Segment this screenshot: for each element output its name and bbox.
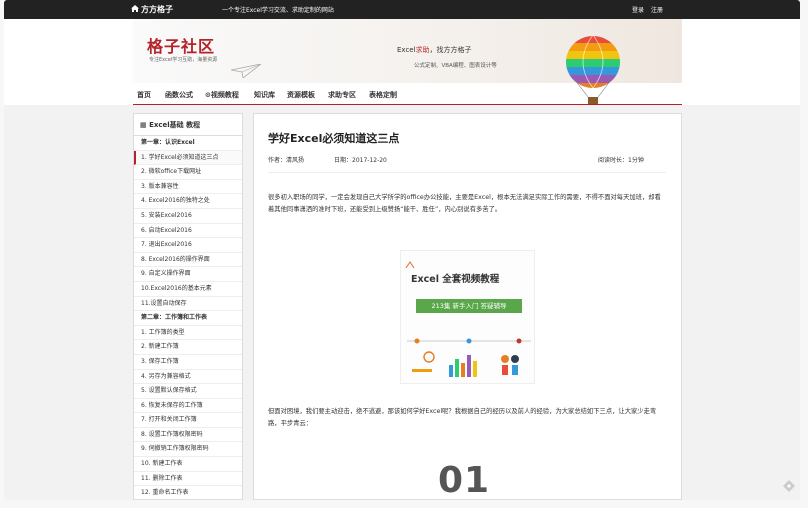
video-course-cover[interactable]: Excel 全套视频教程 213集 新手入门 答疑辅导 bbox=[400, 250, 535, 384]
infographic-illustration bbox=[407, 331, 531, 385]
nav-item-custom[interactable]: 表格定制 bbox=[369, 90, 397, 100]
sidebar-item[interactable]: 7. 退出Excel2016 bbox=[134, 238, 242, 253]
site-tagline: 一个专注Excel学习交流、求助定制的网站 bbox=[222, 7, 334, 14]
sidebar-item[interactable]: 11.设置自动保存 bbox=[134, 297, 242, 312]
sidebar-item[interactable]: 6. 恢复未保存的工作簿 bbox=[134, 399, 242, 414]
slogan-suffix: ，找方方格子 bbox=[429, 46, 472, 54]
sidebar-item[interactable]: 5. 设置默认保存格式 bbox=[134, 384, 242, 399]
login-link[interactable]: 登录 bbox=[632, 5, 644, 14]
sidebar-item[interactable]: 1. 工作簿的类型 bbox=[134, 326, 242, 341]
sidebar-item[interactable]: 8. Excel2016的操作界面 bbox=[134, 253, 242, 268]
main-nav: 首页 函数公式 ⊙视频教程 知识库 资源模板 求助专区 表格定制 bbox=[133, 83, 682, 105]
meta-divider bbox=[268, 172, 666, 173]
sidebar-chapter: 第一章：认识Excel bbox=[134, 136, 242, 151]
sidebar-item[interactable]: 10. 新建工作表 bbox=[134, 457, 242, 472]
sidebar-item[interactable]: 7. 打开和关闭工作簿 bbox=[134, 413, 242, 428]
article-read-time: 阅读时长：1分钟 bbox=[598, 157, 644, 164]
tutorial-sidebar: ▦ Excel基础 教程 第一章：认识Excel 1. 学好Excel必须知道这… bbox=[133, 113, 243, 500]
sidebar-item[interactable]: 3. 保存工作簿 bbox=[134, 355, 242, 370]
nav-item-home[interactable]: 首页 bbox=[137, 90, 151, 100]
nav-item-formulas[interactable]: 函数公式 bbox=[165, 90, 193, 100]
sidebar-item[interactable]: 4. 另存为兼容格式 bbox=[134, 370, 242, 385]
article-panel: 学好Excel必须知道这三点 作者：清风扬 日期：2017-12-20 阅读时长… bbox=[253, 113, 682, 500]
sidebar-chapter: 第二章：工作簿和工作表 bbox=[134, 311, 242, 326]
sidebar-title-text: Excel基础 教程 bbox=[149, 121, 201, 129]
top-bar: 方方格子 一个专注Excel学习交流、求助定制的网站 登录 注册 bbox=[4, 0, 800, 19]
site-name: 方方格子 bbox=[141, 5, 173, 14]
sidebar-item[interactable]: 1. 学好Excel必须知道这三点 bbox=[134, 150, 242, 166]
sidebar-item[interactable]: 4. Excel2016的独特之处 bbox=[134, 194, 242, 209]
article-title: 学好Excel必须知道这三点 bbox=[268, 132, 400, 145]
sidebar-item[interactable]: 11. 删除工作表 bbox=[134, 472, 242, 487]
article-paragraph: 但面对困境，我们要主动迎击，绝不逃避，那该如何学好Excel呢？我根据自己的经历… bbox=[268, 408, 657, 427]
sidebar-item[interactable]: 10.Excel2016的基本元素 bbox=[134, 282, 242, 297]
browser-frame: 方方格子 一个专注Excel学习交流、求助定制的网站 登录 注册 格子社区 专注… bbox=[4, 0, 800, 500]
banner-slogan: Excel求助，找方方格子 bbox=[397, 45, 472, 55]
article-paragraph: 很多初入职场的同学，一定会发现自己大学所学的office办公技能，主要是Exce… bbox=[268, 194, 661, 213]
site-header: 格子社区 专注Excel学习互助，海量资源 Excel求助，找方方格子 公式定制… bbox=[4, 19, 800, 105]
banner: 格子社区 专注Excel学习互助，海量资源 Excel求助，找方方格子 公式定制… bbox=[133, 19, 682, 104]
sidebar-item[interactable]: 2. 新建工作簿 bbox=[134, 340, 242, 355]
paper-plane-icon bbox=[230, 63, 262, 82]
main-content: ▦ Excel基础 教程 第一章：认识Excel 1. 学好Excel必须知道这… bbox=[4, 105, 800, 500]
tag-icon[interactable] bbox=[783, 477, 795, 496]
sidebar-item[interactable]: 12. 重命名工作表 bbox=[134, 486, 242, 499]
sidebar-item[interactable]: 9. 自定义操作界面 bbox=[134, 267, 242, 282]
brand-subtitle: 专注Excel学习互助，海量资源 bbox=[149, 57, 218, 63]
banner-services: 公式定制、VBA编程、图表设计等 bbox=[414, 63, 497, 69]
nav-item-templates[interactable]: 资源模板 bbox=[287, 90, 315, 100]
cover-badge: 213集 新手入门 答疑辅导 bbox=[416, 299, 522, 313]
cover-title: Excel 全套视频教程 bbox=[411, 274, 500, 285]
nav-item-help[interactable]: 求助专区 bbox=[328, 90, 356, 100]
sidebar-title: ▦ Excel基础 教程 bbox=[134, 114, 242, 136]
register-link[interactable]: 注册 bbox=[651, 5, 663, 14]
article-author: 作者：清风扬 bbox=[268, 157, 305, 164]
section-number: 01 bbox=[438, 460, 491, 500]
sidebar-item[interactable]: 8. 设置工作簿权限密码 bbox=[134, 428, 242, 443]
article-date: 日期：2017-12-20 bbox=[334, 157, 387, 164]
list-icon: ▦ bbox=[140, 121, 150, 129]
sidebar-item[interactable]: 6. 启动Excel2016 bbox=[134, 224, 242, 239]
sidebar-item[interactable]: 9. 伺撤销工作簿权限密码 bbox=[134, 442, 242, 458]
home-icon bbox=[131, 5, 139, 14]
site-home-link[interactable]: 方方格子 bbox=[131, 4, 173, 15]
slogan-highlight: 求助 bbox=[415, 46, 430, 54]
nav-item-video[interactable]: ⊙视频教程 bbox=[205, 90, 239, 100]
sidebar-item[interactable]: 5. 安装Excel2016 bbox=[134, 209, 242, 224]
sidebar-item[interactable]: 3. 版本兼容性 bbox=[134, 180, 242, 195]
nav-item-knowledge[interactable]: 知识库 bbox=[254, 90, 275, 100]
sidebar-item[interactable]: 2. 微软office下载网址 bbox=[134, 165, 242, 180]
slogan-prefix: Excel bbox=[397, 46, 416, 54]
brand-logo[interactable]: 格子社区 bbox=[147, 33, 215, 57]
